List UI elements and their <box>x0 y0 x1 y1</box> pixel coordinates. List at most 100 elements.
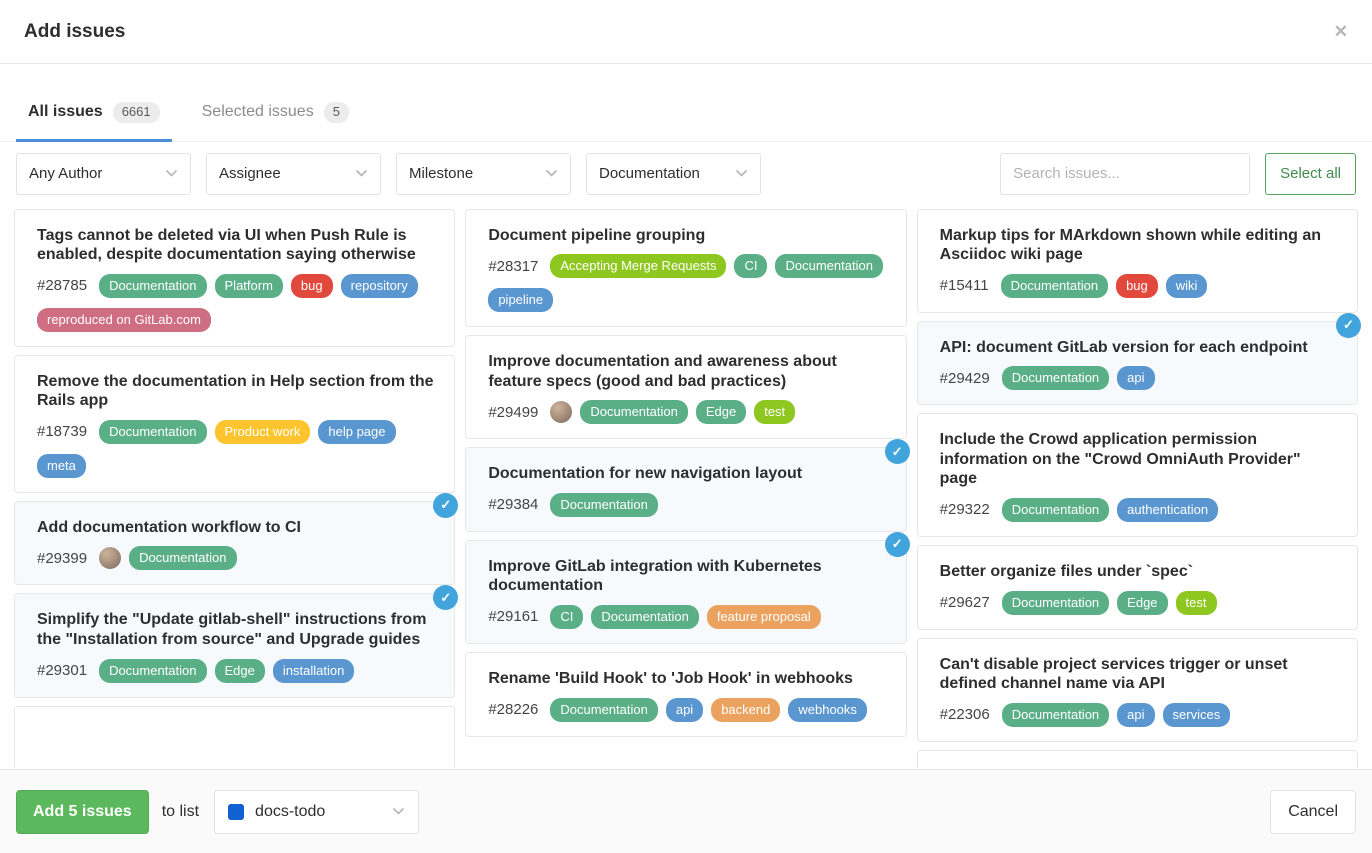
search-input[interactable] <box>1000 153 1250 195</box>
selected-check-icon: ✓ <box>885 439 910 464</box>
issue-meta: #29384Documentation <box>488 493 885 517</box>
issue-title: Remove the documentation in Help section… <box>37 372 434 411</box>
issue-label: installation <box>273 659 354 683</box>
issue-label: Documentation <box>99 420 206 444</box>
issue-id: #29161 <box>488 608 538 625</box>
issue-label: Documentation <box>550 698 657 722</box>
board-column-1: Tags cannot be deleted via UI when Push … <box>14 209 455 768</box>
issue-label: feature proposal <box>707 605 821 629</box>
issues-board: Tags cannot be deleted via UI when Push … <box>0 195 1372 768</box>
board-column-3: Markup tips for MArkdown shown while edi… <box>917 209 1358 768</box>
issue-meta: #18739 Documentation Product work help page… <box>37 420 434 478</box>
issue-label: Documentation <box>1002 366 1109 390</box>
issue-card[interactable]: Tags cannot be deleted via UI when Push … <box>14 209 455 347</box>
tab-label: Selected issues <box>202 103 314 121</box>
add-issues-button[interactable]: Add 5 issues <box>16 790 149 834</box>
list-name: docs-todo <box>255 803 325 821</box>
list-select-dropdown[interactable]: docs-todo <box>214 790 419 834</box>
issue-label: Documentation <box>99 659 206 683</box>
issue-label: test <box>1176 591 1217 615</box>
issue-label: pipeline <box>488 288 553 312</box>
issue-title: Include the Crowd application permission… <box>940 430 1337 489</box>
issue-id: #29499 <box>488 404 538 421</box>
issue-label: bug <box>1116 274 1158 298</box>
issue-label: webhooks <box>788 698 867 722</box>
issue-title: Improve documentation and awareness abou… <box>488 352 885 391</box>
assignee-filter-dropdown[interactable]: Assignee <box>206 153 381 195</box>
issue-id: #29627 <box>940 594 990 611</box>
issue-label: Documentation <box>550 493 657 517</box>
selected-check-icon: ✓ <box>885 532 910 557</box>
issue-label: Edge <box>1117 591 1167 615</box>
assignee-avatar <box>550 401 572 423</box>
issue-title: Document pipeline grouping <box>488 226 885 246</box>
issue-card[interactable]: Rename 'Build Hook' to 'Job Hook' in web… <box>465 652 906 737</box>
cancel-button[interactable]: Cancel <box>1270 790 1356 834</box>
issue-label: Documentation <box>1001 274 1108 298</box>
tabs: All issues 6661 Selected issues 5 <box>0 88 1372 142</box>
issue-meta: #29627DocumentationEdgetest <box>940 591 1337 615</box>
issue-label: Edge <box>215 659 265 683</box>
issue-id: #29322 <box>940 501 990 518</box>
tab-label: All issues <box>28 103 103 121</box>
tab-all-issues[interactable]: All issues 6661 <box>16 88 172 142</box>
to-list-label: to list <box>162 803 199 821</box>
issue-id: #28785 <box>37 277 87 294</box>
issue-card[interactable]: Improve documentation and awareness abou… <box>465 335 906 439</box>
issue-meta: #29301DocumentationEdgeinstallation <box>37 659 434 683</box>
issue-card[interactable]: Include the Crowd application permission… <box>917 413 1358 537</box>
selected-check-icon: ✓ <box>1336 313 1361 338</box>
issue-title: Rename 'Build Hook' to 'Job Hook' in web… <box>488 669 885 689</box>
issue-card[interactable]: ✓API: document GitLab version for each e… <box>917 321 1358 406</box>
issue-id: #18739 <box>37 423 87 440</box>
issue-label: Documentation <box>1002 703 1109 727</box>
close-icon[interactable]: ✕ <box>1334 23 1348 40</box>
modal-header: Add issues ✕ <box>0 0 1372 64</box>
chevron-down-icon <box>165 169 178 178</box>
issue-card-partial[interactable] <box>917 750 1358 768</box>
issue-meta: #29399Documentation <box>37 546 434 570</box>
tab-count-badge: 6661 <box>113 102 160 123</box>
issue-label: api <box>1117 366 1154 390</box>
issue-label: meta <box>37 454 86 478</box>
author-filter-dropdown[interactable]: Any Author <box>16 153 191 195</box>
issue-card[interactable]: Remove the documentation in Help section… <box>14 355 455 493</box>
issue-label: api <box>1117 703 1154 727</box>
issue-meta: #29429Documentationapi <box>940 366 1337 390</box>
issue-card[interactable]: Markup tips for MArkdown shown while edi… <box>917 209 1358 313</box>
chevron-down-icon <box>392 807 405 816</box>
issue-title: Simplify the "Update gitlab-shell" instr… <box>37 610 434 649</box>
issue-card[interactable]: Can't disable project services trigger o… <box>917 638 1358 742</box>
chevron-down-icon <box>355 169 368 178</box>
issue-label: test <box>754 400 795 424</box>
issue-label: Documentation <box>129 546 236 570</box>
issue-label: Edge <box>696 400 746 424</box>
issue-card[interactable]: Document pipeline grouping#28317Acceptin… <box>465 209 906 328</box>
issue-id: #28317 <box>488 258 538 275</box>
issue-card[interactable]: Better organize files under `spec`#29627… <box>917 545 1358 630</box>
modal-footer: Add 5 issues to list docs-todo Cancel <box>0 769 1372 853</box>
issue-label: Documentation <box>99 274 206 298</box>
select-all-button[interactable]: Select all <box>1265 153 1356 195</box>
issue-title: Can't disable project services trigger o… <box>940 655 1337 694</box>
issue-card[interactable]: ✓Add documentation workflow to CI#29399D… <box>14 501 455 586</box>
issue-label: Documentation <box>591 605 698 629</box>
issue-card[interactable]: ✓Improve GitLab integration with Kuberne… <box>465 540 906 644</box>
chevron-down-icon <box>735 169 748 178</box>
issue-card[interactable]: ✓Documentation for new navigation layout… <box>465 447 906 532</box>
issue-label: wiki <box>1166 274 1208 298</box>
issue-label: Product work <box>215 420 311 444</box>
issue-label: help page <box>318 420 395 444</box>
issue-meta: #29322Documentationauthentication <box>940 498 1337 522</box>
issue-meta: #22306Documentationapiservices <box>940 703 1337 727</box>
list-color-swatch <box>228 804 244 820</box>
issue-card[interactable]: ✓Simplify the "Update gitlab-shell" inst… <box>14 593 455 697</box>
dropdown-value: Milestone <box>409 165 473 182</box>
milestone-filter-dropdown[interactable]: Milestone <box>396 153 571 195</box>
label-filter-dropdown[interactable]: Documentation <box>586 153 761 195</box>
issue-meta: #29161CIDocumentationfeature proposal <box>488 605 885 629</box>
issue-meta: #29499DocumentationEdgetest <box>488 400 885 424</box>
issue-card-partial[interactable] <box>14 706 455 768</box>
tab-selected-issues[interactable]: Selected issues 5 <box>190 88 361 142</box>
issue-title: Improve GitLab integration with Kubernet… <box>488 557 885 596</box>
